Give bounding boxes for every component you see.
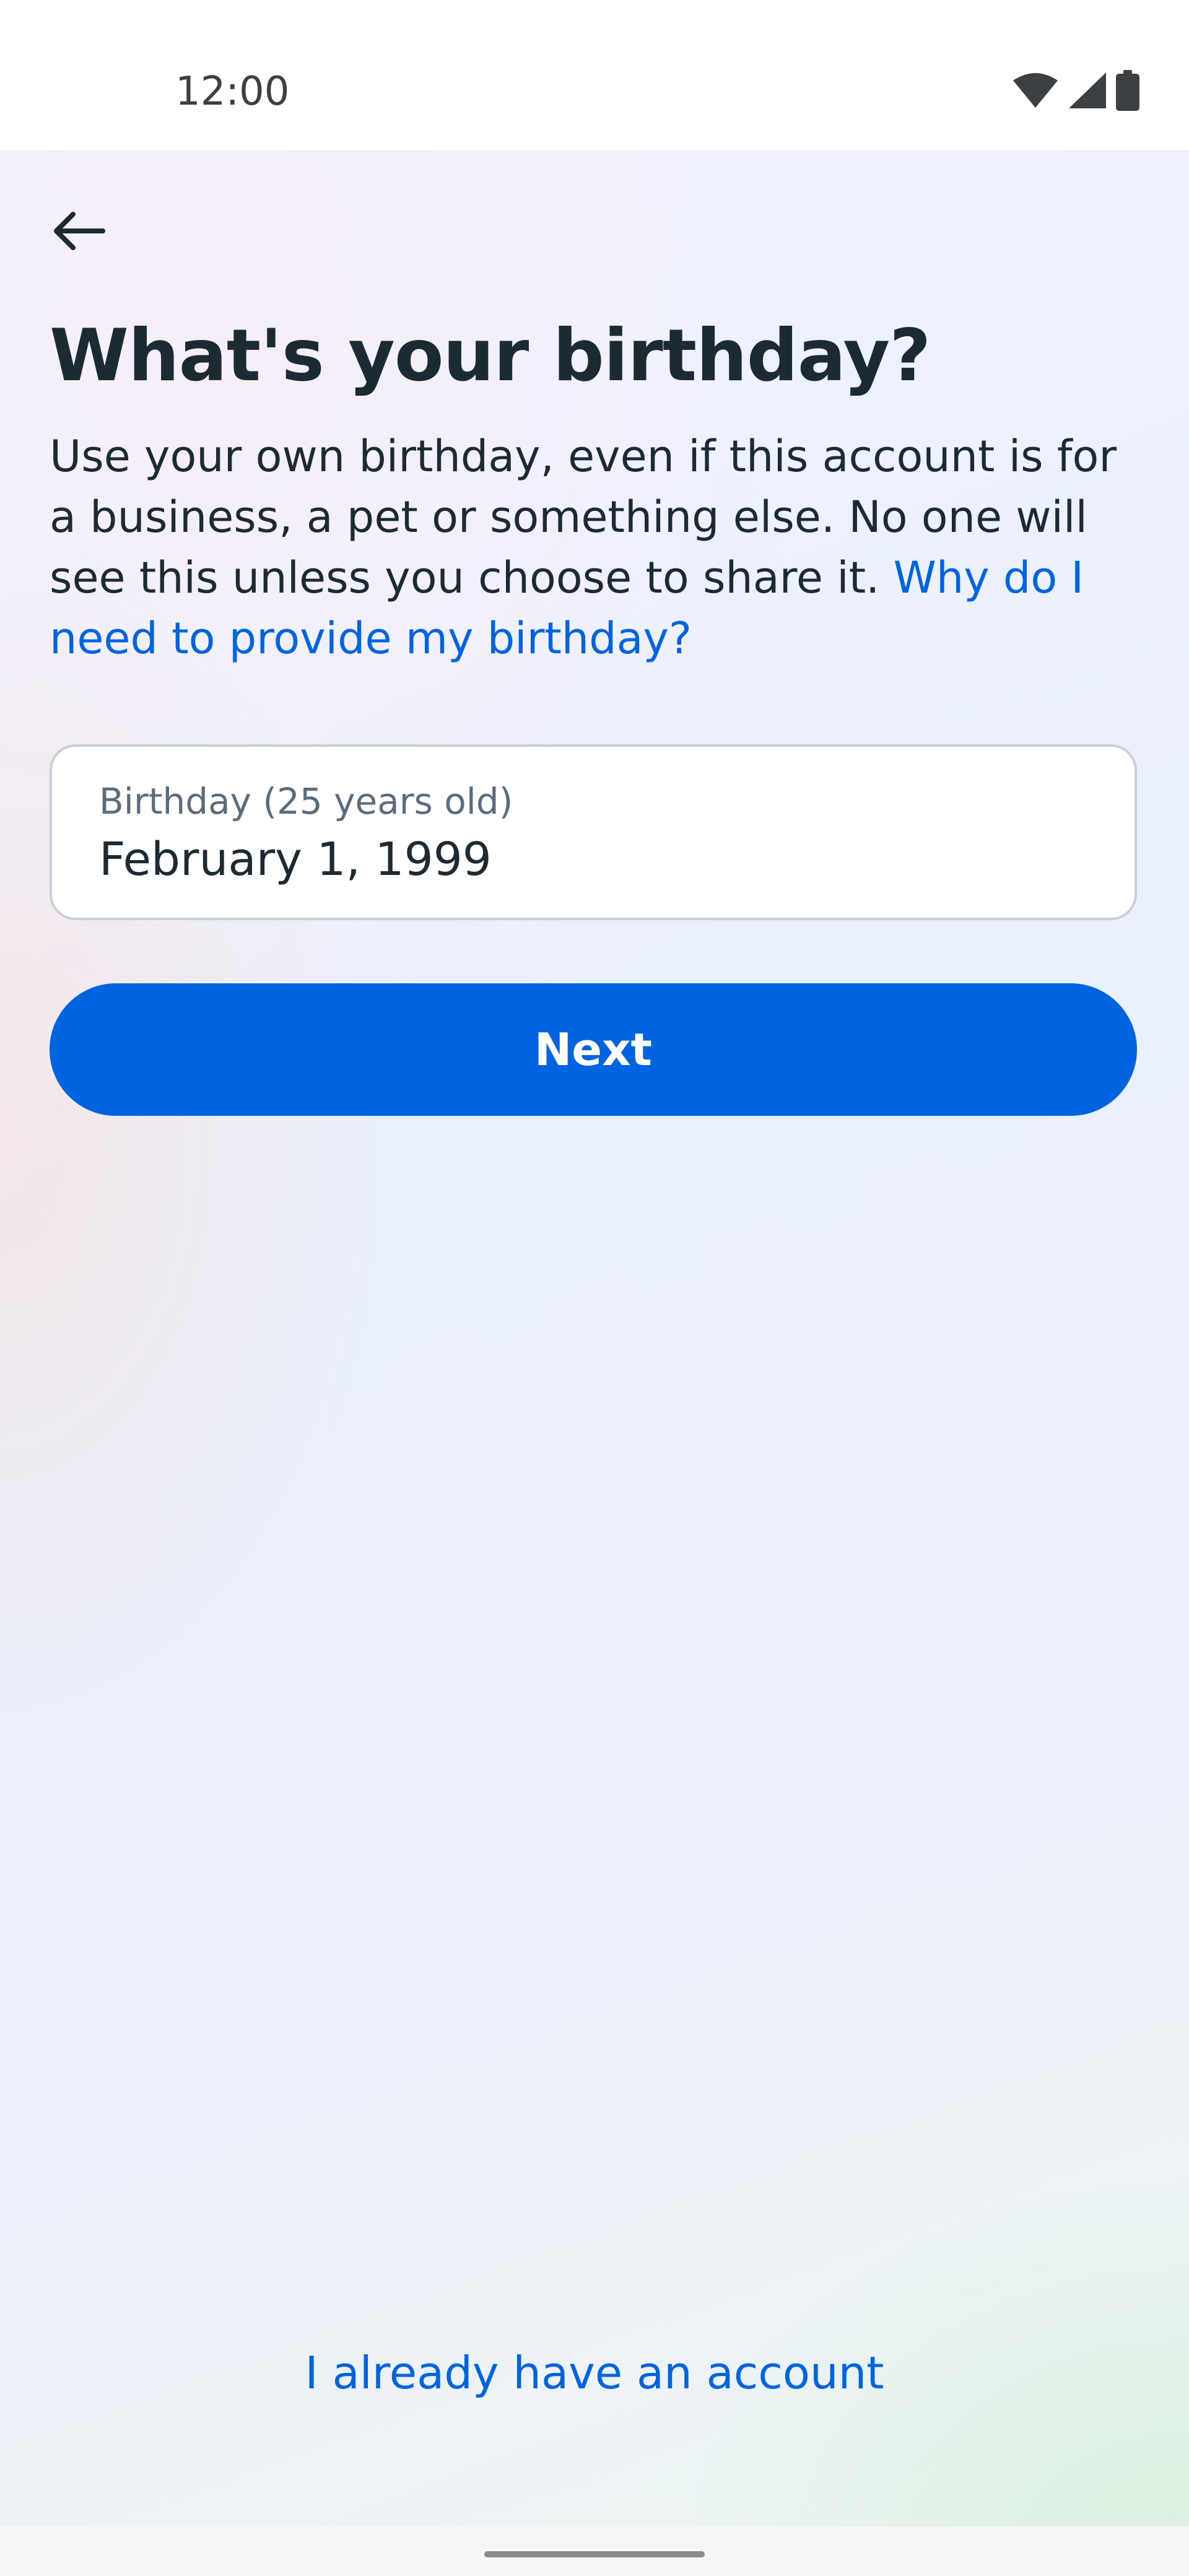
birthday-field[interactable]: Birthday (25 years old) February 1, 1999 xyxy=(50,744,1137,920)
gesture-handle[interactable] xyxy=(484,2551,705,2557)
status-icons xyxy=(1012,68,1139,113)
status-time: 12:00 xyxy=(175,69,290,115)
signal-icon xyxy=(1068,71,1107,110)
next-button[interactable]: Next xyxy=(50,983,1137,1116)
arrow-left-icon xyxy=(51,209,107,255)
page-title: What's your birthday? xyxy=(50,314,931,398)
back-button[interactable] xyxy=(45,198,113,266)
birthday-field-label: Birthday (25 years old) xyxy=(99,780,513,822)
navigation-bar xyxy=(0,2526,1189,2576)
battery-icon xyxy=(1116,70,1139,111)
status-bar: 12:00 xyxy=(0,0,1189,150)
already-have-account-link[interactable]: I already have an account xyxy=(0,2342,1189,2404)
birthday-field-value: February 1, 1999 xyxy=(99,833,492,886)
description: Use your own birthday, even if this acco… xyxy=(50,426,1152,669)
wifi-icon xyxy=(1012,72,1059,109)
